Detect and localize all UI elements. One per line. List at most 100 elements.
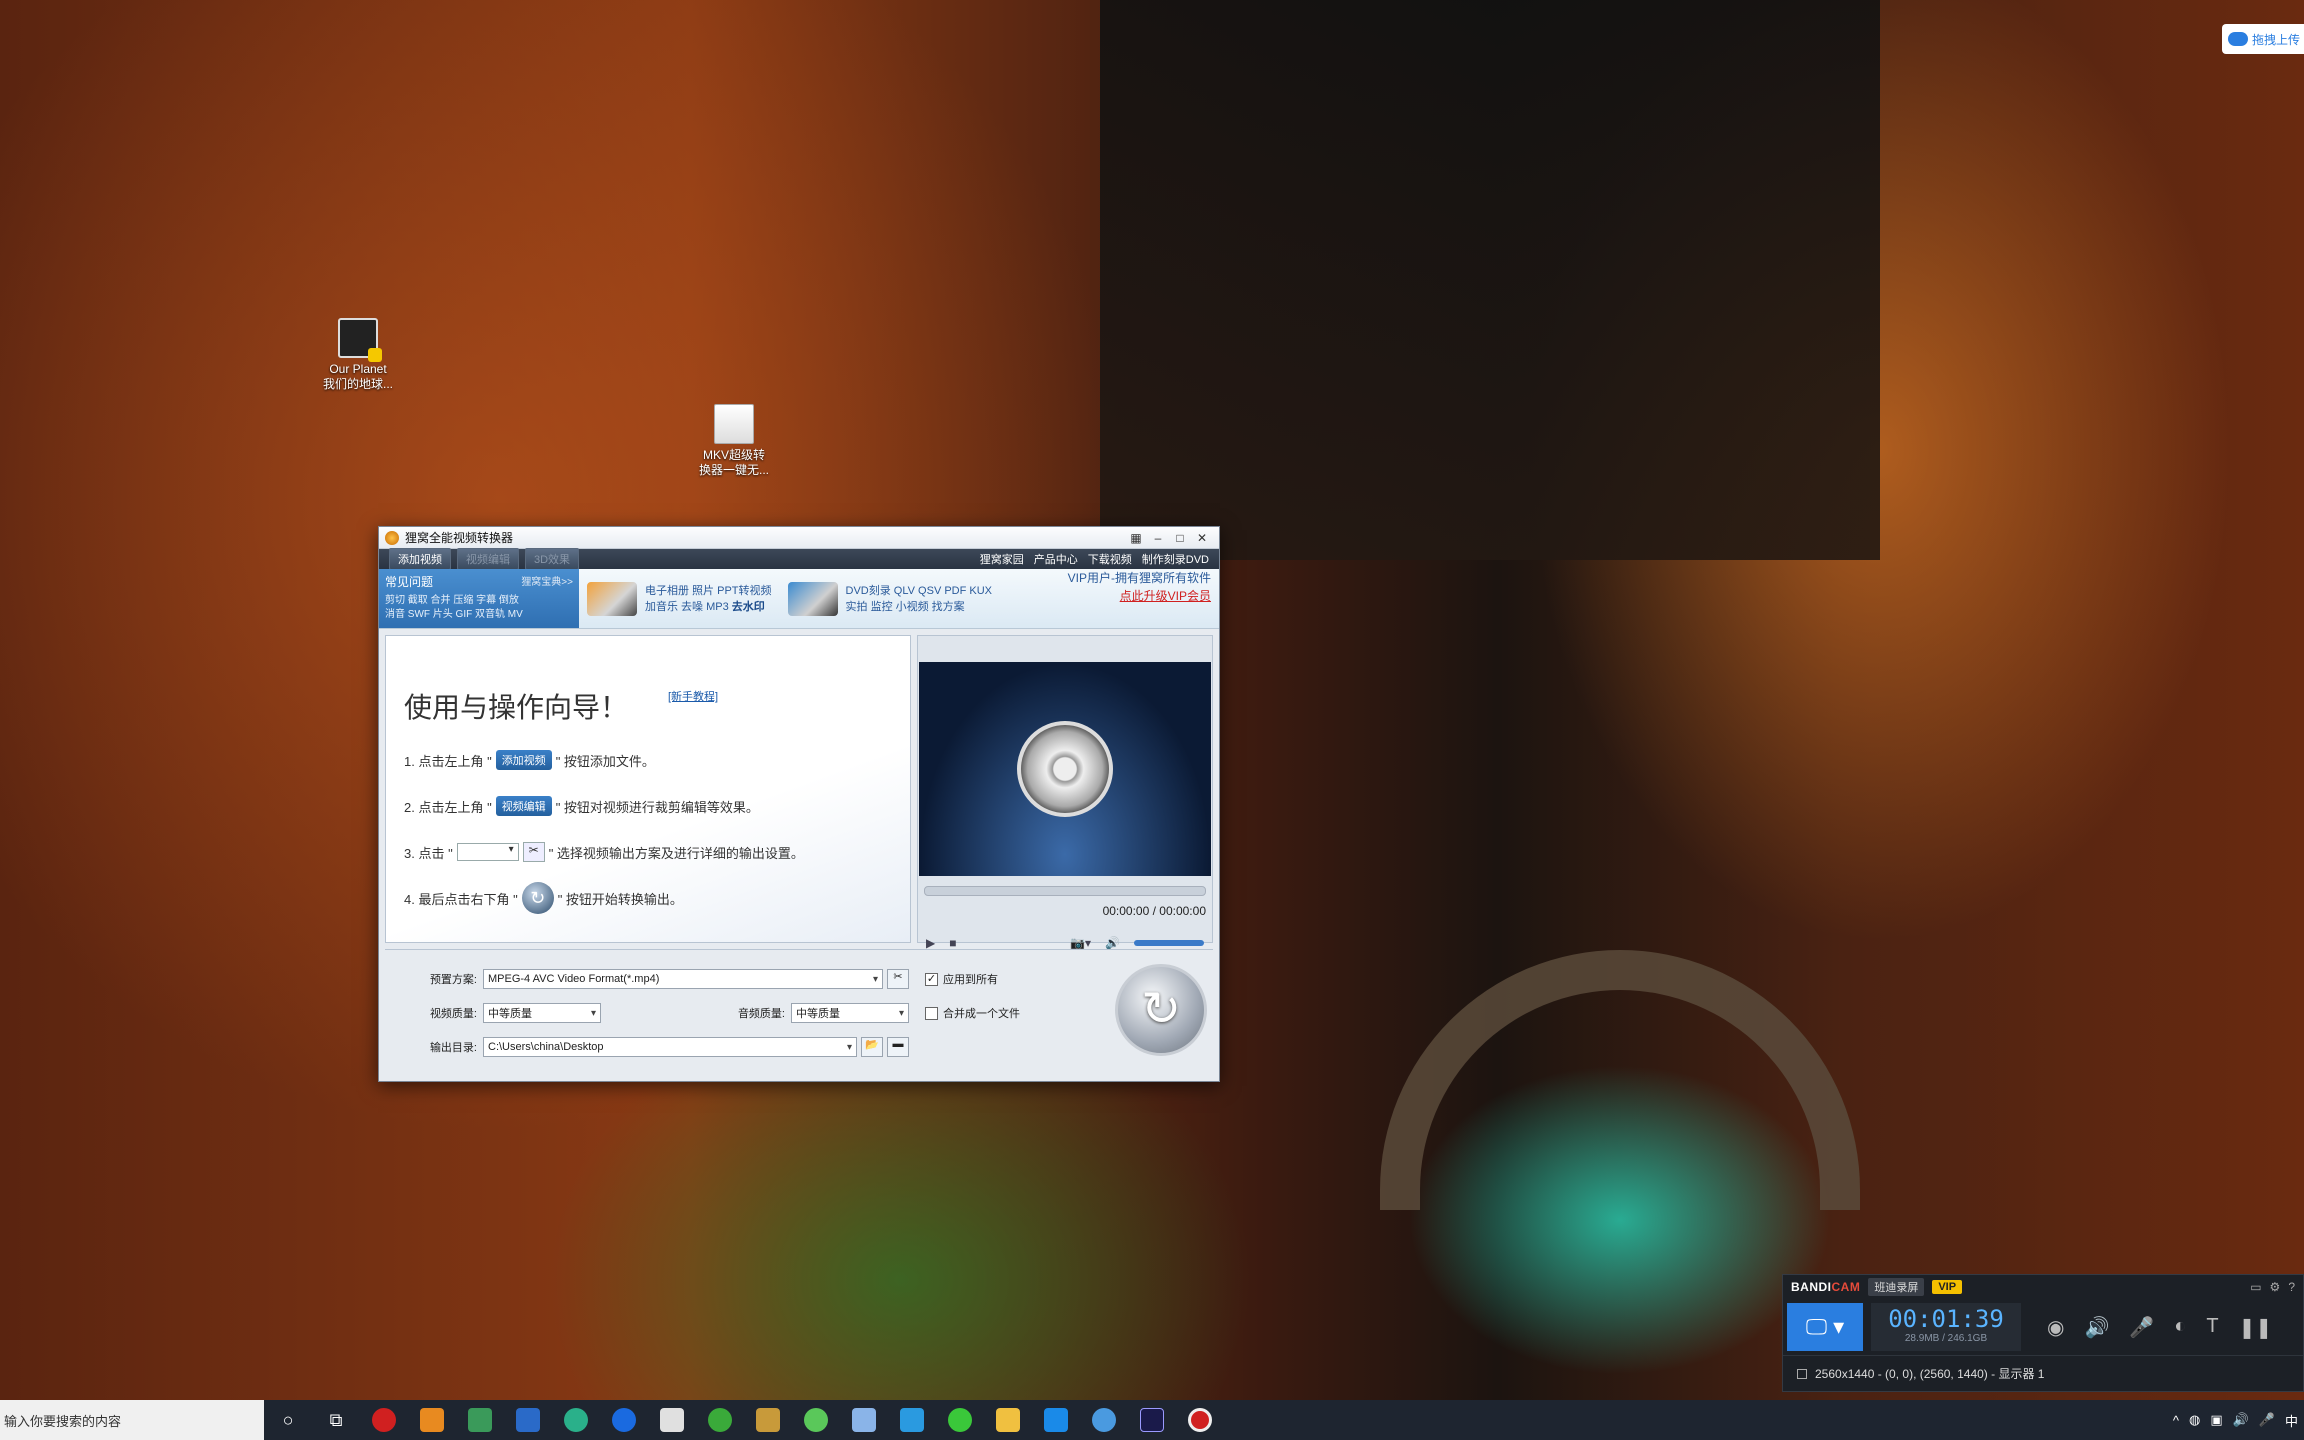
- step-text: " 按钮添加文件。: [555, 753, 655, 769]
- folder-icon[interactable]: ▭: [2250, 1280, 2261, 1294]
- help-icon[interactable]: ?: [2288, 1280, 2295, 1294]
- wallpaper-sky: [1100, 0, 1880, 560]
- text-icon[interactable]: T: [2206, 1315, 2218, 1340]
- audio-quality-select[interactable]: 中等质量: [791, 1003, 909, 1023]
- taskbar-app-recorder[interactable]: [360, 1400, 408, 1440]
- taskbar-app-record[interactable]: [1176, 1400, 1224, 1440]
- taskbar-app-6[interactable]: [792, 1400, 840, 1440]
- link-download-video[interactable]: 下载视频: [1088, 551, 1132, 567]
- speaker-icon[interactable]: 🔊: [2084, 1315, 2109, 1340]
- camera-icon[interactable]: 📷▾: [1070, 936, 1091, 950]
- stop-icon[interactable]: ■: [949, 936, 956, 950]
- close-button[interactable]: ✕: [1191, 531, 1213, 545]
- brand-text: CAM: [1831, 1280, 1861, 1294]
- file-size: 28.9MB / 246.1GB: [1904, 1333, 1988, 1344]
- mouse-icon[interactable]: ◐: [2174, 1315, 2186, 1340]
- volume-slider[interactable]: [1134, 940, 1204, 946]
- tray-network-icon[interactable]: ▣: [2210, 1412, 2222, 1428]
- step-text: " 按钮对视频进行裁剪编辑等效果。: [555, 799, 759, 815]
- video-quality-label: 视频质量:: [429, 1008, 477, 1020]
- desktop-icon-mkv-converter[interactable]: MKV超级转 换器一键无...: [674, 404, 794, 478]
- output-label: 输出目录:: [429, 1042, 477, 1054]
- play-icon[interactable]: ▶: [926, 936, 935, 950]
- seek-bar[interactable]: [924, 886, 1206, 896]
- title-bar[interactable]: 狸窝全能视频转换器 ▦ – □ ✕: [379, 527, 1219, 549]
- link-products[interactable]: 产品中心: [1034, 551, 1078, 567]
- preset-value: MPEG-4 AVC Video Format(*.mp4): [488, 973, 660, 985]
- cloud-icon: [2228, 32, 2248, 46]
- faq-links-line[interactable]: 剪切 截取 合并 压缩 字幕 倒放: [385, 594, 573, 608]
- step-text: " 选择视频输出方案及进行详细的输出设置。: [548, 845, 804, 861]
- tray-volume-icon[interactable]: 🔊: [2233, 1412, 2249, 1428]
- volume-icon[interactable]: 🔊: [1105, 936, 1120, 950]
- output-folder-value: C:\Users\china\Desktop: [488, 1041, 604, 1053]
- browse-folder-icon[interactable]: 📂: [861, 1037, 883, 1057]
- cloud-upload-widget[interactable]: 拖拽上传: [2222, 24, 2304, 54]
- vip-badge[interactable]: VIP: [1932, 1280, 1963, 1294]
- skin-icon[interactable]: ▦: [1125, 531, 1147, 545]
- guide-step-3: 3. 点击 " ▾ ✂ " 选择视频输出方案及进行详细的输出设置。: [404, 834, 892, 870]
- taskbar-app-7[interactable]: [840, 1400, 888, 1440]
- screen-record-button[interactable]: 🖵 ▾: [1787, 1303, 1863, 1351]
- taskbar-app-premiere[interactable]: [1128, 1400, 1176, 1440]
- video-edit-button[interactable]: 视频编辑: [457, 548, 519, 570]
- desktop-icon-our-planet[interactable]: Our Planet 我们的地球...: [298, 318, 418, 392]
- open-folder-icon[interactable]: ▬: [887, 1037, 909, 1057]
- taskbar-app-10[interactable]: [1080, 1400, 1128, 1440]
- merge-checkbox[interactable]: 合并成一个文件: [925, 1005, 1020, 1021]
- maximize-button[interactable]: □: [1169, 531, 1191, 545]
- taskbar-app-wechat[interactable]: [936, 1400, 984, 1440]
- task-view-icon[interactable]: ⧉: [312, 1400, 360, 1440]
- convert-button[interactable]: ↻: [1115, 964, 1207, 1056]
- wallpaper-bridge: [1380, 950, 1860, 1210]
- faq-panel[interactable]: 常见问题 狸窝宝典>> 剪切 截取 合并 压缩 字幕 倒放 消音 SWF 片头 …: [379, 569, 579, 628]
- pause-icon[interactable]: ❚❚: [2239, 1315, 2273, 1340]
- taskbar-app-liwo[interactable]: [408, 1400, 456, 1440]
- taskbar-app-explorer[interactable]: [984, 1400, 1032, 1440]
- faq-links-line[interactable]: 消音 SWF 片头 GIF 双音轨 MV: [385, 608, 573, 622]
- webcam-icon[interactable]: ◉: [2047, 1315, 2064, 1340]
- search-placeholder: 输入你要搜索的内容: [4, 1413, 122, 1429]
- timer-value: 00:01:39: [1888, 1305, 2004, 1333]
- taskbar-app-4[interactable]: [696, 1400, 744, 1440]
- tray-ime[interactable]: 中: [2285, 1411, 2298, 1430]
- effect-button[interactable]: 3D效果: [525, 548, 580, 570]
- audio-quality-label: 音频质量:: [737, 1008, 785, 1020]
- settings-icon[interactable]: ⚙: [2270, 1280, 2281, 1294]
- guide-panel: 使用与操作向导！ [新手教程] 1. 点击左上角 " 添加视频 " 按钮添加文件…: [385, 635, 911, 943]
- tray-mic-icon[interactable]: 🎤: [2259, 1412, 2275, 1428]
- film-reel-icon: [1017, 721, 1113, 817]
- microphone-icon[interactable]: 🎤: [2129, 1315, 2154, 1340]
- main-toolbar: 添加视频 视频编辑 3D效果 狸窝家园 产品中心 下载视频 制作刻录DVD: [379, 548, 1219, 570]
- preset-select[interactable]: MPEG-4 AVC Video Format(*.mp4): [483, 969, 883, 989]
- video-quality-select[interactable]: 中等质量: [483, 1003, 601, 1023]
- taskbar-app-3[interactable]: [648, 1400, 696, 1440]
- link-home[interactable]: 狸窝家园: [980, 551, 1024, 567]
- taskbar: 输入你要搜索的内容 ○ ⧉ ^ ◍ ▣ 🔊 🎤 中: [0, 1400, 2304, 1440]
- taskbar-search[interactable]: 输入你要搜索的内容: [0, 1400, 264, 1440]
- content-area: 使用与操作向导！ [新手教程] 1. 点击左上角 " 添加视频 " 按钮添加文件…: [379, 629, 1219, 950]
- tray-chevron-icon[interactable]: ^: [2173, 1413, 2179, 1428]
- taskbar-app-8[interactable]: [888, 1400, 936, 1440]
- ad-dvd[interactable]: DVD刻录 QLV QSV PDF KUX 实拍 监控 小视频 找方案: [780, 569, 1001, 628]
- cortana-icon[interactable]: ○: [264, 1400, 312, 1440]
- vip-promo[interactable]: VIP用户-拥有狸窝所有软件 点此升级VIP会员: [1068, 569, 1219, 628]
- preset-settings-button[interactable]: ✂: [887, 969, 909, 989]
- taskbar-app-9[interactable]: [1032, 1400, 1080, 1440]
- taskbar-app-1[interactable]: [456, 1400, 504, 1440]
- minimize-button[interactable]: –: [1147, 531, 1169, 545]
- tutorial-link[interactable]: [新手教程]: [668, 688, 718, 704]
- taskbar-app-edge[interactable]: [552, 1400, 600, 1440]
- add-video-button[interactable]: 添加视频: [389, 548, 451, 570]
- taskbar-app-5[interactable]: [744, 1400, 792, 1440]
- ad-photo-album[interactable]: 电子相册 照片 PPT转视频 加音乐 去噪 MP3 去水印: [579, 569, 780, 628]
- vip-upgrade-link[interactable]: 点此升级VIP会员: [1068, 587, 1211, 605]
- output-folder-select[interactable]: C:\Users\china\Desktop: [483, 1037, 857, 1057]
- link-burn-dvd[interactable]: 制作刻录DVD: [1142, 551, 1209, 567]
- apply-all-checkbox[interactable]: ✓ 应用到所有: [925, 971, 998, 987]
- playback-time: 00:00:00 / 00:00:00: [1102, 904, 1206, 918]
- taskbar-app-2[interactable]: [504, 1400, 552, 1440]
- faq-more-link[interactable]: 狸窝宝典>>: [521, 573, 573, 590]
- tray-wechat-icon[interactable]: ◍: [2189, 1412, 2200, 1428]
- taskbar-app-k[interactable]: [600, 1400, 648, 1440]
